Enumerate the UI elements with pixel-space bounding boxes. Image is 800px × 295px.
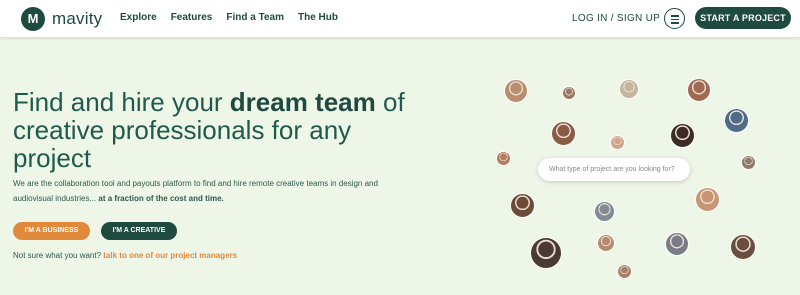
avatar (724, 108, 749, 133)
avatar (496, 151, 511, 166)
avatar (695, 187, 720, 212)
avatar (551, 121, 576, 146)
brand-name[interactable]: mavity (52, 9, 102, 29)
avatar (504, 79, 528, 103)
menu-button[interactable] (664, 8, 685, 29)
business-button[interactable]: I'M A BUSINESS (13, 222, 90, 240)
avatar (730, 234, 756, 260)
avatar (741, 155, 756, 170)
start-project-button[interactable]: START A PROJECT (695, 7, 791, 29)
avatar (510, 193, 535, 218)
login-signup-link[interactable]: LOG IN / SIGN UP (572, 13, 660, 24)
avatar (670, 123, 695, 148)
avatar (619, 79, 639, 99)
creative-button[interactable]: I'M A CREATIVE (101, 222, 177, 240)
avatar (594, 201, 615, 222)
avatar (687, 78, 711, 102)
nav-item-explore[interactable]: Explore (120, 12, 157, 23)
hero-headline: Find and hire your dream team of creativ… (13, 88, 433, 172)
subtext-emphasis: at a fraction of the cost and time. (98, 194, 224, 203)
nav-item-find-a-team[interactable]: Find a Team (226, 12, 284, 23)
not-sure-text: Not sure what you want? (13, 251, 104, 260)
nav-item-features[interactable]: Features (171, 12, 213, 23)
project-manager-link[interactable]: talk to one of our project managers (103, 251, 237, 260)
avatar (665, 232, 689, 256)
logo-icon[interactable]: M (21, 7, 45, 31)
avatar (562, 86, 576, 100)
top-navbar: M mavity Explore Features Find a Team Th… (0, 0, 800, 38)
project-search-input[interactable]: What type of project are you looking for… (538, 158, 690, 181)
avatar (610, 135, 625, 150)
avatar (617, 264, 632, 279)
not-sure-line: Not sure what you want? talk to one of o… (13, 251, 237, 260)
headline-part-1: Find and hire your (13, 87, 230, 117)
headline-emphasis: dream team (229, 87, 376, 117)
avatar (530, 237, 562, 269)
avatar (597, 234, 615, 252)
main-nav: Explore Features Find a Team The Hub (120, 12, 338, 23)
hero-subtext: We are the collaboration tool and payout… (13, 176, 413, 206)
nav-item-the-hub[interactable]: The Hub (298, 12, 338, 23)
